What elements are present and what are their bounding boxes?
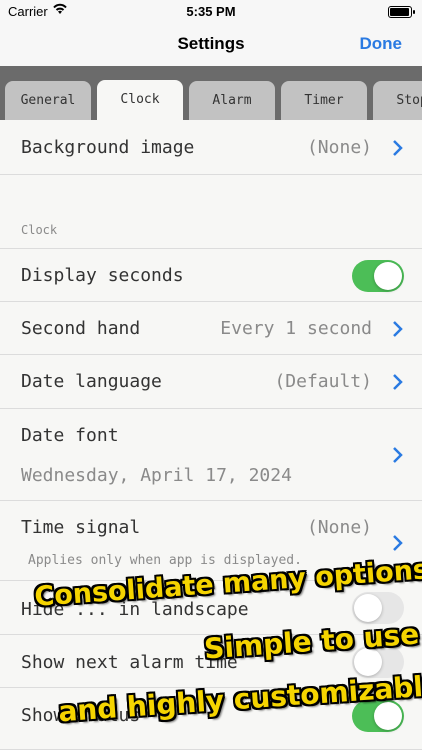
row-label: Date font <box>21 425 119 446</box>
background-image-row[interactable]: Background image (None) <box>0 120 422 175</box>
chevron-right-icon <box>393 374 403 390</box>
chevron-right-icon <box>393 321 403 337</box>
display-seconds-toggle[interactable] <box>352 260 404 292</box>
tab-clock[interactable]: Clock <box>97 80 183 120</box>
toggle-knob <box>374 262 402 290</box>
row-label: Date language <box>21 371 162 392</box>
tab-timer[interactable]: Timer <box>281 81 367 120</box>
row-label: Display seconds <box>21 265 184 286</box>
tab-stopwatch[interactable]: Stopw <box>373 81 422 120</box>
toggle-knob <box>374 702 402 730</box>
status-time: 5:35 PM <box>186 4 236 19</box>
tab-alarm[interactable]: Alarm <box>189 81 275 120</box>
row-value: Every 1 second <box>220 318 372 339</box>
chevron-right-icon <box>393 140 403 156</box>
tab-general[interactable]: General <box>5 81 91 120</box>
done-button[interactable]: Done <box>360 34 403 54</box>
chevron-right-icon <box>393 447 403 463</box>
toggle-knob <box>354 594 382 622</box>
date-font-sample: Wednesday, April 17, 2024 <box>21 465 292 486</box>
row-value: (None) <box>306 137 372 158</box>
date-language-row[interactable]: Date language (Default) <box>0 355 422 409</box>
row-label: Second hand <box>21 318 141 339</box>
display-seconds-row: Display seconds <box>0 248 422 302</box>
row-label: Background image <box>21 137 195 158</box>
second-hand-row[interactable]: Second hand Every 1 second <box>0 302 422 355</box>
navigation-bar: Settings Done <box>0 24 422 66</box>
date-font-row[interactable]: Date font Wednesday, April 17, 2024 <box>0 409 422 501</box>
row-label: Time signal <box>21 517 141 538</box>
settings-tab-bar: General Clock Alarm Timer Stopw <box>0 66 422 120</box>
row-value: (None) <box>306 517 372 538</box>
row-value: (Default) <box>274 371 372 392</box>
chevron-right-icon <box>393 535 403 551</box>
section-header-clock: Clock <box>21 223 58 237</box>
battery-icon <box>388 6 415 18</box>
status-bar: Carrier 5:35 PM <box>0 0 422 24</box>
